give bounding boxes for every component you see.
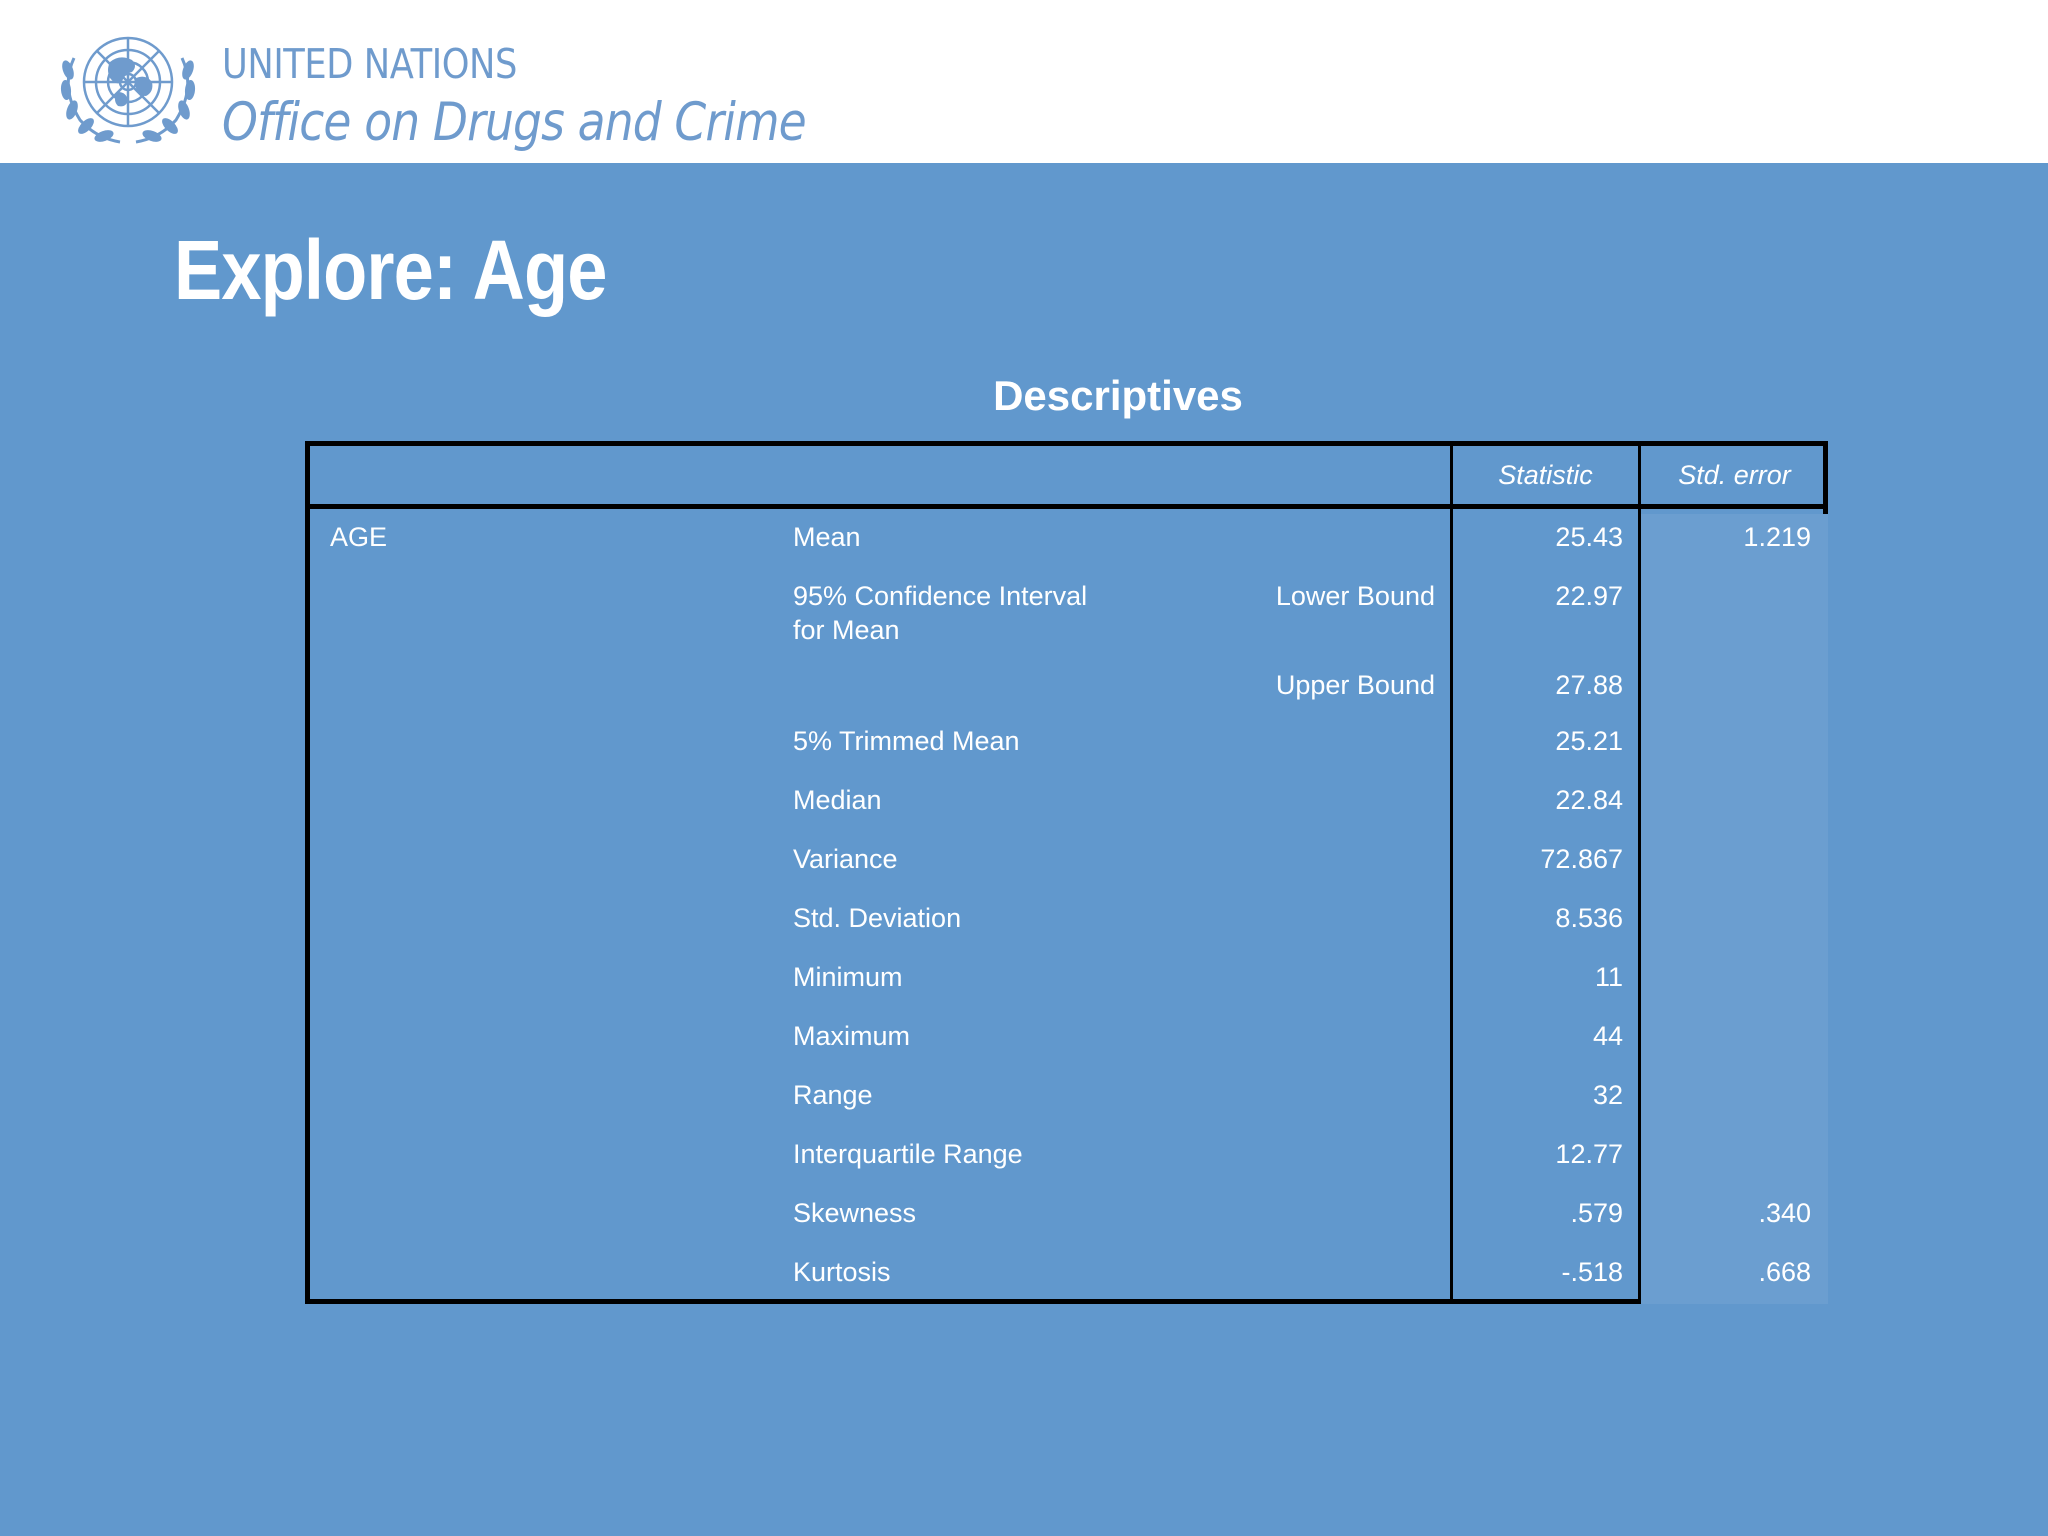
descriptives-table: Statistic Std. error AGE Mean 25.43 1.21… [305, 441, 1828, 1304]
row-label-continued: for Mean [793, 615, 900, 645]
row-label: Range [793, 1080, 873, 1110]
statistic-value: 22.84 [1555, 785, 1623, 815]
row-sublabel: Upper Bound [1275, 670, 1435, 700]
row-label: 95% Confidence Interval [793, 581, 1088, 611]
statistic-value: 32 [1592, 1080, 1623, 1110]
table-header-row: Statistic Std. error [310, 446, 1823, 509]
std-error-value: .340 [1758, 1198, 1811, 1228]
std-error-value: 1.219 [1743, 522, 1811, 552]
std-error-column-bg [1641, 514, 1828, 1304]
column-header-std-error: Std. error [1678, 460, 1791, 490]
statistic-value: 11 [1594, 962, 1623, 992]
row-label: Mean [793, 522, 861, 552]
row-label: Maximum [793, 1021, 911, 1051]
column-divider-std-error [1638, 446, 1641, 1299]
row-label: Interquartile Range [793, 1139, 1023, 1169]
statistic-value: 8.536 [1555, 903, 1623, 933]
statistic-value: 12.77 [1555, 1139, 1623, 1169]
org-name-line2: Office on Drugs and Crime [222, 92, 807, 153]
variable-label: AGE [330, 522, 388, 552]
row-label: Median [793, 785, 882, 815]
statistic-value: 72.867 [1540, 844, 1623, 874]
row-label: Skewness [793, 1198, 917, 1228]
un-emblem-icon [60, 36, 196, 144]
header-bar: UNITED NATIONS Office on Drugs and Crime [0, 0, 2048, 163]
org-name-line1: UNITED NATIONS [222, 40, 517, 88]
row-label: Minimum [793, 962, 903, 992]
statistic-value: 25.43 [1555, 522, 1623, 552]
statistic-value: .579 [1570, 1198, 1623, 1228]
row-label: Std. Deviation [793, 903, 962, 933]
row-sublabel: Lower Bound [1275, 581, 1435, 611]
row-label: Variance [793, 844, 898, 874]
statistic-value: 44 [1592, 1021, 1623, 1051]
slide-title: Explore: Age [174, 223, 607, 317]
statistic-value: -.518 [1561, 1257, 1623, 1287]
table-title: Descriptives [993, 372, 1243, 419]
statistic-value: 27.88 [1555, 670, 1623, 700]
row-label: 5% Trimmed Mean [793, 726, 1020, 756]
statistic-value: 25.21 [1555, 726, 1623, 756]
column-header-statistic: Statistic [1498, 460, 1593, 490]
std-error-value: .668 [1758, 1257, 1811, 1287]
statistic-value: 22.97 [1555, 581, 1623, 611]
row-label: Kurtosis [793, 1257, 891, 1287]
